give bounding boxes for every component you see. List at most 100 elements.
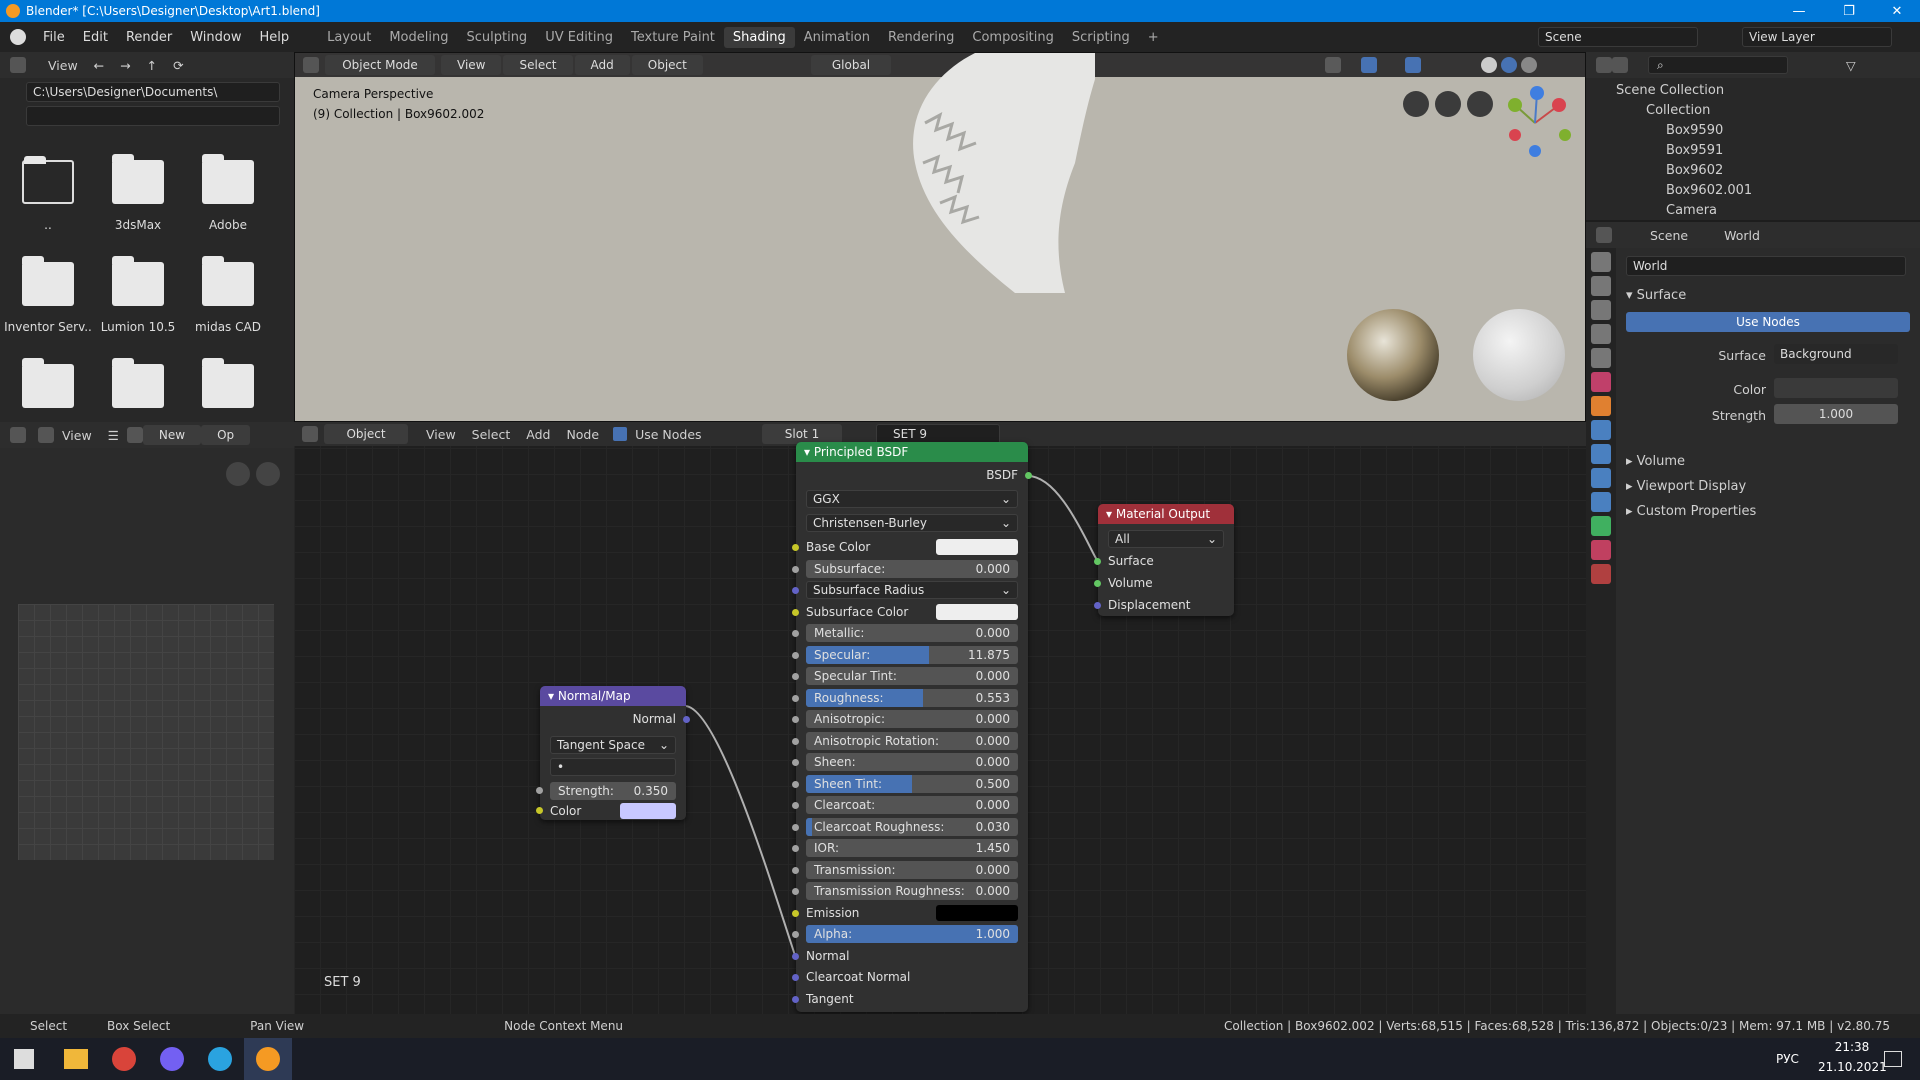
principled-input-socket[interactable] bbox=[792, 716, 799, 723]
outliner-item[interactable]: Box9602 bbox=[1616, 160, 1920, 180]
material-tab-icon[interactable] bbox=[1591, 540, 1611, 560]
tab-layout[interactable]: Layout bbox=[318, 27, 380, 48]
language-indicator[interactable]: РУС bbox=[1776, 1052, 1799, 1066]
principled-input-anisotropic-rotation[interactable]: Anisotropic Rotation: 0.000 bbox=[806, 731, 1018, 750]
principled-input-socket[interactable] bbox=[792, 995, 799, 1003]
menu-file[interactable]: File bbox=[34, 30, 74, 45]
hamburger-icon[interactable]: ☰ bbox=[100, 428, 127, 443]
color-swatch[interactable] bbox=[936, 603, 1018, 620]
world-strength-slider[interactable]: 1.000 bbox=[1774, 404, 1898, 424]
principled-input-anisotropic[interactable]: Anisotropic: 0.000 bbox=[806, 710, 1018, 728]
principled-input-socket[interactable] bbox=[792, 845, 799, 852]
principled-input-socket[interactable] bbox=[792, 952, 799, 960]
back-arrow-icon[interactable]: ← bbox=[86, 58, 112, 73]
visibility-icon[interactable] bbox=[1325, 57, 1341, 73]
principled-input-socket[interactable] bbox=[792, 931, 799, 938]
principled-input-ior[interactable]: IOR: 1.450 bbox=[806, 839, 1018, 857]
normal-output-socket[interactable] bbox=[683, 716, 690, 723]
viewport-view-menu[interactable]: View bbox=[441, 55, 502, 75]
new-image-button[interactable]: New bbox=[142, 425, 202, 445]
tab-uv-editing[interactable]: UV Editing bbox=[536, 27, 622, 48]
gizmo-toggle-icon[interactable] bbox=[1361, 57, 1377, 73]
principled-input-alpha[interactable]: Alpha: 1.000 bbox=[806, 925, 1018, 943]
tab-rendering[interactable]: Rendering bbox=[879, 27, 963, 48]
principled-input-socket[interactable] bbox=[792, 737, 799, 745]
volume-input-socket[interactable] bbox=[1094, 580, 1101, 587]
tab-modeling[interactable]: Modeling bbox=[380, 27, 457, 48]
principled-input-metallic[interactable]: Metallic: 0.000 bbox=[806, 624, 1018, 642]
outliner-item-collection[interactable]: Collection bbox=[1616, 100, 1920, 120]
principled-input-sheen-tint[interactable]: Sheen Tint: 0.500 bbox=[806, 774, 1018, 793]
output-tab-icon[interactable] bbox=[1591, 300, 1611, 320]
color-swatch[interactable] bbox=[936, 539, 1018, 555]
editor-type-icon[interactable] bbox=[1596, 57, 1612, 73]
world-color-swatch[interactable] bbox=[1774, 378, 1898, 398]
solid-shading-icon[interactable] bbox=[1481, 57, 1497, 73]
object-tab-icon[interactable] bbox=[1591, 396, 1611, 416]
bsdf-output-socket[interactable] bbox=[1025, 472, 1032, 479]
outliner-item[interactable]: Box9590 bbox=[1616, 120, 1920, 140]
folder-item[interactable] bbox=[0, 354, 96, 414]
view-layer-selector[interactable]: View Layer bbox=[1742, 27, 1892, 47]
3d-viewport[interactable]: Object Mode View Select Add Object Globa… bbox=[294, 52, 1586, 422]
principled-input-clearcoat-normal[interactable]: Clearcoat Normal bbox=[806, 968, 1018, 986]
overlay-toggle-icon[interactable] bbox=[1405, 57, 1421, 73]
displacement-input-socket[interactable] bbox=[1094, 602, 1101, 609]
breadcrumb-scene[interactable]: Scene bbox=[1642, 228, 1696, 243]
normal-color-swatch[interactable] bbox=[620, 803, 676, 819]
menu-render[interactable]: Render bbox=[117, 30, 181, 45]
menu-edit[interactable]: Edit bbox=[74, 30, 117, 45]
maximize-button[interactable]: ❐ bbox=[1826, 0, 1872, 22]
modifier-tab-icon[interactable] bbox=[1591, 420, 1611, 440]
principled-input-socket[interactable] bbox=[792, 888, 799, 895]
material-shading-icon[interactable] bbox=[1501, 57, 1517, 73]
principled-input-socket[interactable] bbox=[792, 565, 799, 573]
tab-texture-paint[interactable]: Texture Paint bbox=[622, 27, 724, 48]
principled-input-socket[interactable] bbox=[792, 608, 799, 616]
editor-type-icon[interactable] bbox=[10, 57, 26, 73]
constraints-tab-icon[interactable] bbox=[1591, 492, 1611, 512]
strength-input-socket[interactable] bbox=[536, 787, 543, 794]
uv-map-field[interactable]: • bbox=[550, 758, 676, 776]
principled-input-socket[interactable] bbox=[792, 974, 799, 981]
chrome-icon[interactable] bbox=[112, 1047, 136, 1071]
world-tab-icon[interactable] bbox=[1591, 372, 1611, 392]
principled-input-socket[interactable] bbox=[792, 909, 799, 917]
clock-date[interactable]: 21.10.2021 bbox=[1818, 1060, 1887, 1074]
principled-input-tangent[interactable]: Tangent bbox=[806, 990, 1018, 1008]
strength-slider[interactable]: Strength: 0.350 bbox=[550, 782, 676, 800]
breadcrumb-world[interactable]: World bbox=[1716, 228, 1768, 243]
sculpted-model[interactable] bbox=[865, 53, 1095, 303]
folder-item-parent[interactable]: .. bbox=[0, 150, 96, 240]
surface-input-socket[interactable] bbox=[1094, 558, 1101, 565]
particles-tab-icon[interactable] bbox=[1591, 444, 1611, 464]
camera-view-icon[interactable] bbox=[1403, 91, 1429, 117]
telegram-icon[interactable] bbox=[208, 1047, 232, 1071]
scene-tab-icon[interactable] bbox=[1591, 348, 1611, 368]
filter-icon[interactable]: ▽ bbox=[1838, 58, 1864, 73]
tab-sculpting[interactable]: Sculpting bbox=[457, 27, 536, 48]
render-tab-icon[interactable] bbox=[1591, 276, 1611, 296]
parent-dir-icon[interactable]: ↑ bbox=[139, 58, 165, 73]
file-explorer-icon[interactable] bbox=[64, 1049, 88, 1069]
principled-input-transmission[interactable]: Transmission: 0.000 bbox=[806, 860, 1018, 879]
principled-input-clearcoat[interactable]: Clearcoat: 0.000 bbox=[806, 796, 1018, 814]
close-button[interactable]: ✕ bbox=[1874, 0, 1920, 22]
notification-icon[interactable] bbox=[1884, 1051, 1902, 1067]
view-layer-tab-icon[interactable] bbox=[1591, 324, 1611, 344]
filename-field[interactable] bbox=[26, 106, 280, 126]
principled-input-socket[interactable] bbox=[792, 780, 799, 788]
normal-map-node[interactable]: ▾ Normal/Map Normal Tangent Space ⌄ • Str… bbox=[536, 686, 690, 820]
scene-selector[interactable]: Scene bbox=[1538, 27, 1698, 47]
pan-hand-icon[interactable] bbox=[1435, 91, 1461, 117]
menu-help[interactable]: Help bbox=[251, 30, 299, 45]
principled-node-header[interactable]: ▾ Principled BSDF bbox=[796, 442, 1028, 462]
principled-input-sheen[interactable]: Sheen: 0.000 bbox=[806, 753, 1018, 771]
editor-type-icon[interactable] bbox=[303, 57, 319, 73]
folder-item[interactable] bbox=[90, 354, 186, 414]
tab-animation[interactable]: Animation bbox=[795, 27, 879, 48]
folder-item[interactable]: Inventor Serv.. bbox=[0, 252, 96, 342]
world-name-field[interactable]: World bbox=[1626, 256, 1906, 276]
outliner-item[interactable]: Camera bbox=[1616, 200, 1920, 220]
editor-type-icon[interactable] bbox=[10, 427, 26, 443]
